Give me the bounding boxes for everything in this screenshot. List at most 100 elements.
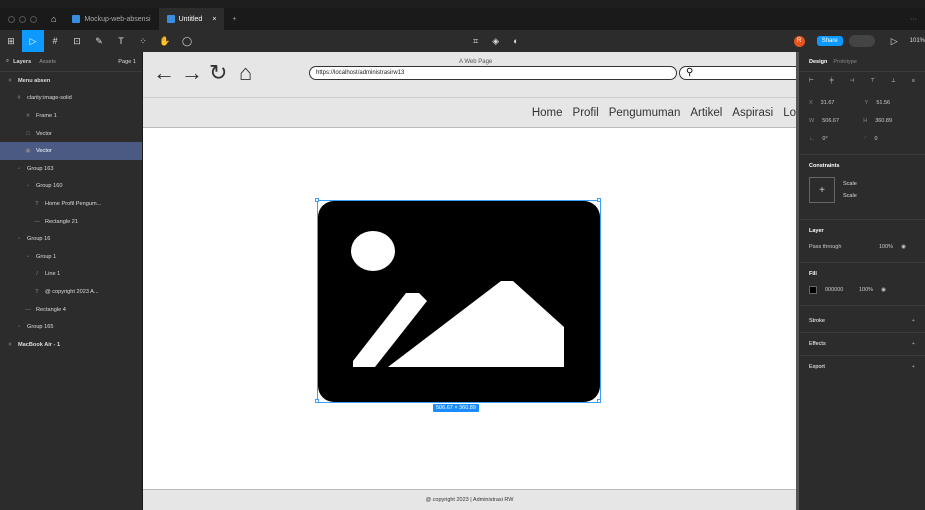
stroke-section[interactable]: Stroke + bbox=[799, 305, 925, 332]
new-tab-button[interactable]: + bbox=[224, 8, 244, 30]
tab-prototype[interactable]: Prototype bbox=[833, 59, 857, 65]
blend-mode-select[interactable]: Pass through bbox=[809, 244, 871, 250]
url-bar: https://localhost/administrasirw13 bbox=[309, 66, 677, 80]
pen-tool-icon[interactable]: ✎ bbox=[88, 30, 110, 52]
eye-icon[interactable]: ◉ bbox=[881, 287, 886, 293]
menu-artikel: Artikel bbox=[690, 106, 723, 119]
layer-item[interactable]: # clarity:image-solid bbox=[0, 90, 142, 108]
resize-handle[interactable] bbox=[597, 399, 601, 403]
home-icon: ⌂ bbox=[51, 14, 57, 24]
share-button[interactable]: Share bbox=[816, 36, 843, 46]
tab-untitled[interactable]: Untitled × bbox=[158, 8, 225, 30]
layer-item[interactable]: T Home Profil Pengum... bbox=[0, 195, 142, 213]
design-canvas[interactable]: ← → ↻ ⌂ A Web Page https://localhost/adm… bbox=[143, 52, 796, 510]
layer-item[interactable]: ▫ Group 160 bbox=[0, 178, 142, 196]
radius-field[interactable]: 0 bbox=[875, 136, 878, 142]
comment-icon[interactable]: ◯ bbox=[176, 30, 198, 52]
rotation-field[interactable]: 0° bbox=[822, 136, 856, 142]
layer-item[interactable]: — Rectangle 4 bbox=[0, 301, 142, 319]
main-menu-icon[interactable]: ⊞ bbox=[0, 30, 22, 52]
layer-item[interactable]: / Line 1 bbox=[0, 266, 142, 284]
layer-type-icon: — bbox=[34, 218, 40, 225]
more-icon[interactable]: ··· bbox=[910, 16, 917, 23]
layer-label: Rectangle 21 bbox=[45, 218, 78, 225]
layer-item[interactable]: ▫ Group 1 bbox=[0, 248, 142, 266]
dev-mode-toggle[interactable] bbox=[848, 35, 875, 47]
distribute-icon[interactable]: ≡ bbox=[912, 78, 915, 84]
add-export-icon[interactable]: + bbox=[912, 364, 915, 370]
tab-layers[interactable]: Layers bbox=[13, 59, 31, 65]
export-section[interactable]: Export + bbox=[799, 355, 925, 378]
align-middle-icon[interactable]: ⊥ bbox=[891, 78, 896, 84]
align-top-icon[interactable]: ⊤ bbox=[870, 78, 875, 84]
layer-item[interactable]: ▫ Group 165 bbox=[0, 318, 142, 336]
resize-handle[interactable] bbox=[315, 399, 319, 403]
horizontal-constraint[interactable]: Scale bbox=[843, 181, 857, 187]
align-left-icon[interactable]: ⊢ bbox=[809, 78, 814, 84]
resources-icon[interactable]: ⁘ bbox=[132, 30, 154, 52]
y-field[interactable]: 51.56 bbox=[876, 100, 890, 106]
menu-login: Lo bbox=[783, 106, 796, 119]
page-selector[interactable]: Page 1 bbox=[118, 59, 136, 65]
resize-handle[interactable] bbox=[597, 198, 601, 202]
w-field[interactable]: 506.67 bbox=[822, 118, 855, 124]
layer-type-icon: □ bbox=[26, 130, 30, 137]
move-tool-icon[interactable]: ▷ bbox=[22, 30, 44, 52]
fill-opacity[interactable]: 100% bbox=[859, 287, 873, 293]
layer-item[interactable]: ▫ Group 163 bbox=[0, 160, 142, 178]
minimize-window-icon[interactable] bbox=[19, 15, 26, 23]
tab-assets[interactable]: Assets bbox=[39, 59, 56, 65]
fill-hex[interactable]: 000000 bbox=[825, 287, 851, 293]
align-right-icon[interactable]: ⊣ bbox=[850, 78, 855, 84]
effects-section[interactable]: Effects + bbox=[799, 332, 925, 355]
search-icon[interactable]: ⌕ bbox=[6, 58, 9, 65]
layer-item[interactable]: # Frame 1 bbox=[0, 107, 142, 125]
rotation-row: ∟ 0° ◜ 0 bbox=[799, 130, 925, 148]
x-label: X bbox=[809, 100, 813, 106]
play-icon[interactable]: ▷ bbox=[891, 36, 898, 47]
size-row: W 506.67 H 360.89 bbox=[799, 112, 925, 130]
constraint-widget[interactable]: + bbox=[809, 177, 835, 203]
text-tool-icon[interactable]: T bbox=[110, 30, 132, 52]
layer-item[interactable]: □ Vector bbox=[0, 125, 142, 143]
layer-item[interactable]: ▣ Vector bbox=[0, 142, 142, 160]
layers-panel: ⌕ Layers Assets Page 1 # Menu absen # clari… bbox=[0, 52, 143, 510]
layer-item[interactable]: # Menu absen bbox=[0, 72, 142, 90]
avatar[interactable]: R bbox=[793, 35, 805, 47]
fill-swatch[interactable] bbox=[809, 286, 817, 294]
layer-label: Menu absen bbox=[18, 77, 51, 84]
add-effect-icon[interactable]: + bbox=[912, 341, 915, 347]
home-tab[interactable]: ⌂ bbox=[43, 8, 64, 30]
component-icon[interactable]: ◈ bbox=[492, 36, 499, 47]
layer-opacity[interactable]: 100% bbox=[879, 244, 893, 250]
mask-icon[interactable]: ◐ bbox=[513, 36, 518, 47]
frame-tool-icon[interactable]: # bbox=[44, 30, 66, 52]
resize-handle[interactable] bbox=[315, 198, 319, 202]
close-window-icon[interactable] bbox=[8, 15, 15, 23]
layer-type-icon: ▣ bbox=[25, 148, 31, 155]
eye-icon[interactable]: ◉ bbox=[901, 244, 906, 250]
image-placeholder-vector[interactable] bbox=[315, 198, 601, 403]
align-center-icon[interactable]: ╪ bbox=[830, 78, 834, 84]
shape-tool-icon[interactable]: ⊡ bbox=[66, 30, 88, 52]
layers-list: # Menu absen # clarity:image-solid # Frame 1 □… bbox=[0, 72, 142, 354]
layer-item[interactable]: # MacBook Air - 1 bbox=[0, 336, 142, 354]
hand-tool-icon[interactable]: ✋ bbox=[154, 30, 176, 52]
layer-item[interactable]: T @ copyright 2023 A... bbox=[0, 283, 142, 301]
layer-label: Rectangle 4 bbox=[36, 306, 66, 313]
close-tab-icon[interactable]: × bbox=[212, 16, 216, 23]
maximize-window-icon[interactable] bbox=[30, 15, 37, 23]
layer-item[interactable]: ▫ Group 16 bbox=[0, 230, 142, 248]
crop-icon[interactable]: ⌗ bbox=[473, 36, 478, 47]
vertical-constraint[interactable]: Scale bbox=[843, 193, 857, 199]
h-field[interactable]: 360.89 bbox=[875, 118, 892, 124]
layer-type-icon: ▫ bbox=[18, 165, 20, 172]
tab-design[interactable]: Design bbox=[809, 59, 827, 65]
layer-item[interactable]: — Rectangle 21 bbox=[0, 213, 142, 231]
layer-type-icon: T bbox=[35, 200, 39, 207]
tab-mockup[interactable]: Mockup-web-absensi bbox=[64, 8, 158, 30]
add-stroke-icon[interactable]: + bbox=[912, 318, 915, 324]
selection-box bbox=[317, 200, 601, 403]
zoom-level[interactable]: 101% bbox=[910, 38, 925, 44]
x-field[interactable]: 31.67 bbox=[821, 100, 857, 106]
